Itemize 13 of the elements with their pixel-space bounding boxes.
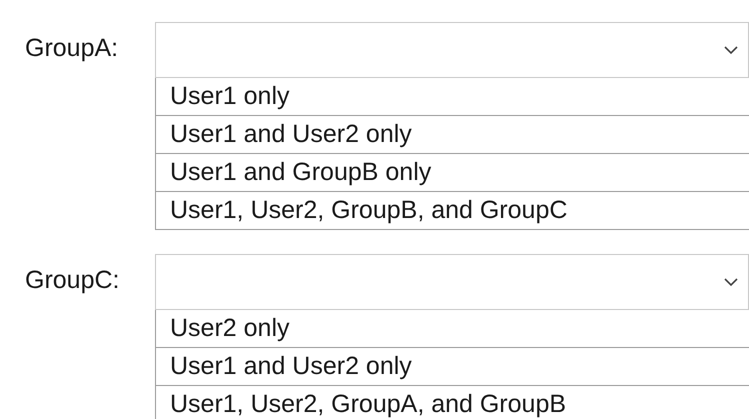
dropdown-option[interactable]: User2 only (155, 310, 749, 348)
chevron-down-icon (724, 278, 738, 286)
dropdown-option[interactable]: User1 only (155, 78, 749, 116)
dropdown-option[interactable]: User1 and User2 only (155, 348, 749, 386)
group-label: GroupA: (24, 33, 120, 64)
group-label: GroupC: (24, 265, 120, 296)
dropdown[interactable] (155, 22, 749, 78)
dropdown-option[interactable]: User1 and User2 only (155, 116, 749, 154)
dropdown-option[interactable]: User1 and GroupB only (155, 154, 749, 192)
chevron-down-icon (724, 46, 738, 54)
dropdown-option[interactable]: User1, User2, GroupB, and GroupC (155, 192, 749, 230)
dropdown[interactable] (155, 254, 749, 310)
dropdown-option[interactable]: User1, User2, GroupA, and GroupB (155, 386, 749, 419)
